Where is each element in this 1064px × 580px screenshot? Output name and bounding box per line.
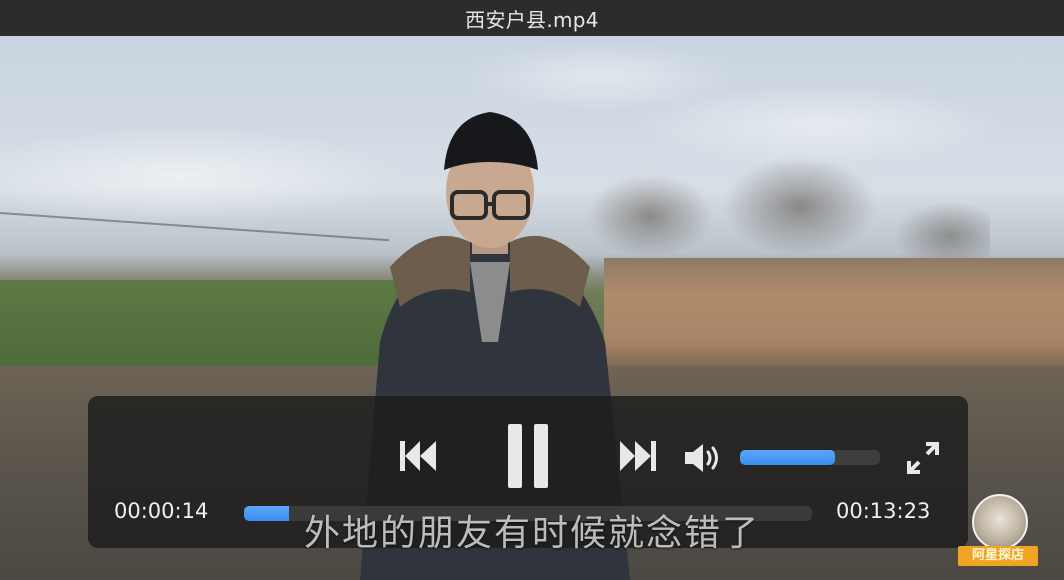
volume-slider-fill [740,450,836,465]
window-title: 西安户县.mp4 [465,7,599,32]
speaker-icon [685,444,718,472]
pause-icon [508,424,548,488]
channel-watermark: 阿星探店 [958,494,1038,574]
fullscreen-icon [907,442,939,474]
title-bar: 西安户县.mp4 [0,0,1064,36]
fast-forward-icon [620,441,656,471]
watermark-cat-avatar [972,494,1028,550]
volume-button[interactable] [684,440,724,476]
video-frame[interactable]: 00:00:14 00:13:23 外地的朋友有时候就念错了 阿星探店 [0,36,1064,580]
video-embankment [604,258,1064,378]
subtitle-text: 外地的朋友有时候就念错了 [303,513,760,554]
pause-button[interactable] [496,422,560,490]
watermark-label: 阿星探店 [958,546,1038,566]
rewind-icon [400,441,436,471]
volume-slider[interactable] [740,450,880,465]
fullscreen-button[interactable] [904,440,942,476]
rewind-button[interactable] [396,436,440,476]
fast-forward-button[interactable] [616,436,660,476]
